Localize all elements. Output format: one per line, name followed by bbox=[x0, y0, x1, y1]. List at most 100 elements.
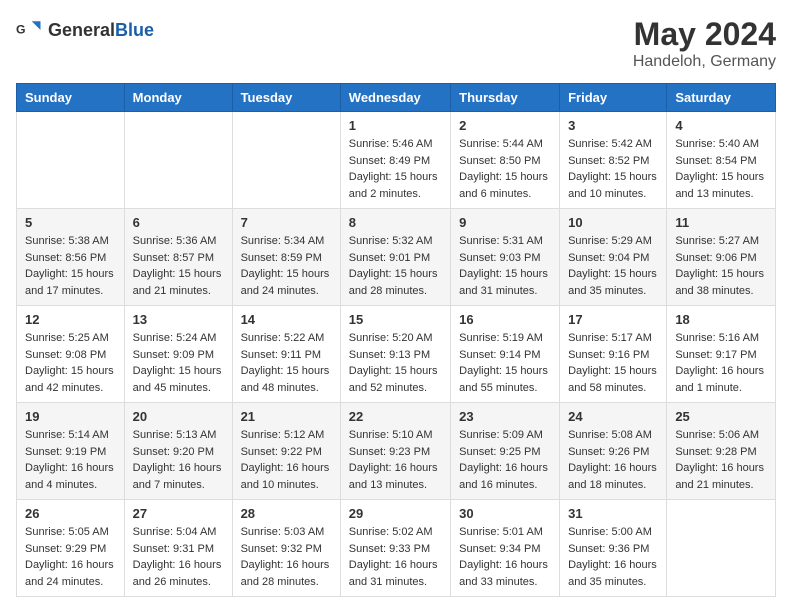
day-number: 13 bbox=[133, 312, 224, 327]
day-info: Sunrise: 5:12 AMSunset: 9:22 PMDaylight:… bbox=[241, 427, 332, 493]
calendar-cell: 12 Sunrise: 5:25 AMSunset: 9:08 PMDayligh… bbox=[17, 306, 125, 403]
calendar-cell: 13 Sunrise: 5:24 AMSunset: 9:09 PMDayligh… bbox=[124, 306, 232, 403]
day-number: 5 bbox=[25, 215, 116, 230]
calendar-cell: 7Sunrise: 5:34 AMSunset: 8:59 PMDaylight… bbox=[232, 209, 340, 306]
day-info: Sunrise: 5:00 AMSunset: 9:36 PMDaylight:… bbox=[568, 524, 658, 590]
calendar-cell: 18 Sunrise: 5:16 AMSunset: 9:17 PMDayligh… bbox=[667, 306, 776, 403]
logo-blue: Blue bbox=[115, 20, 154, 40]
day-header-saturday: Saturday bbox=[667, 84, 776, 112]
day-info: Sunrise: 5:22 AMSunset: 9:11 PMDaylight:… bbox=[241, 330, 332, 396]
calendar-cell bbox=[667, 500, 776, 597]
day-info: Sunrise: 5:44 AMSunset: 8:50 PMDaylight:… bbox=[459, 136, 551, 202]
calendar-cell bbox=[17, 112, 125, 209]
logo-icon: G bbox=[16, 16, 44, 44]
calendar-week-row: 12 Sunrise: 5:25 AMSunset: 9:08 PMDayligh… bbox=[17, 306, 776, 403]
month-title: May 2024 bbox=[633, 16, 776, 53]
day-info: Sunrise: 5:05 AMSunset: 9:29 PMDaylight:… bbox=[25, 524, 116, 590]
calendar-cell: 28Sunrise: 5:03 AMSunset: 9:32 PMDayligh… bbox=[232, 500, 340, 597]
calendar-cell: 2 Sunrise: 5:44 AMSunset: 8:50 PMDaylight… bbox=[451, 112, 560, 209]
calendar-week-row: 5Sunrise: 5:38 AMSunset: 8:56 PMDaylight… bbox=[17, 209, 776, 306]
day-header-thursday: Thursday bbox=[451, 84, 560, 112]
day-header-monday: Monday bbox=[124, 84, 232, 112]
day-info: Sunrise: 5:08 AMSunset: 9:26 PMDaylight:… bbox=[568, 427, 658, 493]
day-info: Sunrise: 5:14 AMSunset: 9:19 PMDaylight:… bbox=[25, 427, 116, 493]
calendar-cell: 20Sunrise: 5:13 AMSunset: 9:20 PMDayligh… bbox=[124, 403, 232, 500]
calendar-cell: 9 Sunrise: 5:31 AMSunset: 9:03 PMDaylight… bbox=[451, 209, 560, 306]
day-header-wednesday: Wednesday bbox=[340, 84, 450, 112]
day-number: 31 bbox=[568, 506, 658, 521]
calendar-cell bbox=[124, 112, 232, 209]
day-info: Sunrise: 5:06 AMSunset: 9:28 PMDaylight:… bbox=[675, 427, 767, 493]
day-info: Sunrise: 5:32 AMSunset: 9:01 PMDaylight:… bbox=[349, 233, 442, 299]
calendar-cell: 19Sunrise: 5:14 AMSunset: 9:19 PMDayligh… bbox=[17, 403, 125, 500]
calendar-cell: 6 Sunrise: 5:36 AMSunset: 8:57 PMDaylight… bbox=[124, 209, 232, 306]
calendar-cell: 27 Sunrise: 5:04 AMSunset: 9:31 PMDayligh… bbox=[124, 500, 232, 597]
day-info: Sunrise: 5:24 AMSunset: 9:09 PMDaylight:… bbox=[133, 330, 224, 396]
calendar-cell: 1 Sunrise: 5:46 AMSunset: 8:49 PMDaylight… bbox=[340, 112, 450, 209]
calendar-cell: 15Sunrise: 5:20 AMSunset: 9:13 PMDayligh… bbox=[340, 306, 450, 403]
calendar-cell: 17 Sunrise: 5:17 AMSunset: 9:16 PMDayligh… bbox=[560, 306, 667, 403]
calendar-week-row: 1 Sunrise: 5:46 AMSunset: 8:49 PMDaylight… bbox=[17, 112, 776, 209]
day-number: 27 bbox=[133, 506, 224, 521]
day-number: 14 bbox=[241, 312, 332, 327]
day-info: Sunrise: 5:27 AMSunset: 9:06 PMDaylight:… bbox=[675, 233, 767, 299]
calendar-cell: 10 Sunrise: 5:29 AMSunset: 9:04 PMDayligh… bbox=[560, 209, 667, 306]
day-number: 30 bbox=[459, 506, 551, 521]
day-info: Sunrise: 5:31 AMSunset: 9:03 PMDaylight:… bbox=[459, 233, 551, 299]
day-number: 22 bbox=[349, 409, 442, 424]
day-info: Sunrise: 5:04 AMSunset: 9:31 PMDaylight:… bbox=[133, 524, 224, 590]
day-number: 15 bbox=[349, 312, 442, 327]
calendar-cell: 24Sunrise: 5:08 AMSunset: 9:26 PMDayligh… bbox=[560, 403, 667, 500]
calendar-cell: 4 Sunrise: 5:40 AMSunset: 8:54 PMDaylight… bbox=[667, 112, 776, 209]
day-number: 11 bbox=[675, 215, 767, 230]
day-info: Sunrise: 5:09 AMSunset: 9:25 PMDaylight:… bbox=[459, 427, 551, 493]
location-title: Handeloh, Germany bbox=[633, 53, 776, 71]
day-number: 28 bbox=[241, 506, 332, 521]
day-info: Sunrise: 5:25 AMSunset: 9:08 PMDaylight:… bbox=[25, 330, 116, 396]
calendar-cell: 11 Sunrise: 5:27 AMSunset: 9:06 PMDayligh… bbox=[667, 209, 776, 306]
day-info: Sunrise: 5:10 AMSunset: 9:23 PMDaylight:… bbox=[349, 427, 442, 493]
calendar-cell: 26 Sunrise: 5:05 AMSunset: 9:29 PMDayligh… bbox=[17, 500, 125, 597]
day-header-friday: Friday bbox=[560, 84, 667, 112]
day-number: 17 bbox=[568, 312, 658, 327]
day-number: 7 bbox=[241, 215, 332, 230]
calendar-table: SundayMondayTuesdayWednesdayThursdayFrid… bbox=[16, 83, 776, 597]
day-info: Sunrise: 5:16 AMSunset: 9:17 PMDaylight:… bbox=[675, 330, 767, 396]
day-info: Sunrise: 5:40 AMSunset: 8:54 PMDaylight:… bbox=[675, 136, 767, 202]
day-info: Sunrise: 5:19 AMSunset: 9:14 PMDaylight:… bbox=[459, 330, 551, 396]
calendar-week-row: 19Sunrise: 5:14 AMSunset: 9:19 PMDayligh… bbox=[17, 403, 776, 500]
day-number: 18 bbox=[675, 312, 767, 327]
calendar-cell: 8 Sunrise: 5:32 AMSunset: 9:01 PMDaylight… bbox=[340, 209, 450, 306]
page-header: G GeneralBlue May 2024 Handeloh, Germany bbox=[16, 16, 776, 71]
day-header-tuesday: Tuesday bbox=[232, 84, 340, 112]
day-info: Sunrise: 5:36 AMSunset: 8:57 PMDaylight:… bbox=[133, 233, 224, 299]
day-number: 21 bbox=[241, 409, 332, 424]
day-number: 12 bbox=[25, 312, 116, 327]
calendar-cell: 5Sunrise: 5:38 AMSunset: 8:56 PMDaylight… bbox=[17, 209, 125, 306]
calendar-cell: 14 Sunrise: 5:22 AMSunset: 9:11 PMDayligh… bbox=[232, 306, 340, 403]
calendar-cell: 22 Sunrise: 5:10 AMSunset: 9:23 PMDayligh… bbox=[340, 403, 450, 500]
day-number: 10 bbox=[568, 215, 658, 230]
calendar-cell: 3Sunrise: 5:42 AMSunset: 8:52 PMDaylight… bbox=[560, 112, 667, 209]
calendar-cell: 29Sunrise: 5:02 AMSunset: 9:33 PMDayligh… bbox=[340, 500, 450, 597]
day-info: Sunrise: 5:17 AMSunset: 9:16 PMDaylight:… bbox=[568, 330, 658, 396]
calendar-cell: 16Sunrise: 5:19 AMSunset: 9:14 PMDayligh… bbox=[451, 306, 560, 403]
day-info: Sunrise: 5:29 AMSunset: 9:04 PMDaylight:… bbox=[568, 233, 658, 299]
title-block: May 2024 Handeloh, Germany bbox=[633, 16, 776, 71]
day-number: 1 bbox=[349, 118, 442, 133]
day-header-sunday: Sunday bbox=[17, 84, 125, 112]
calendar-cell: 30Sunrise: 5:01 AMSunset: 9:34 PMDayligh… bbox=[451, 500, 560, 597]
day-number: 26 bbox=[25, 506, 116, 521]
calendar-header-row: SundayMondayTuesdayWednesdayThursdayFrid… bbox=[17, 84, 776, 112]
day-number: 4 bbox=[675, 118, 767, 133]
day-info: Sunrise: 5:46 AMSunset: 8:49 PMDaylight:… bbox=[349, 136, 442, 202]
day-number: 23 bbox=[459, 409, 551, 424]
day-number: 3 bbox=[568, 118, 658, 133]
day-number: 9 bbox=[459, 215, 551, 230]
day-number: 2 bbox=[459, 118, 551, 133]
logo-general: General bbox=[48, 20, 115, 40]
day-number: 6 bbox=[133, 215, 224, 230]
day-number: 8 bbox=[349, 215, 442, 230]
svg-text:G: G bbox=[16, 23, 26, 37]
day-info: Sunrise: 5:02 AMSunset: 9:33 PMDaylight:… bbox=[349, 524, 442, 590]
